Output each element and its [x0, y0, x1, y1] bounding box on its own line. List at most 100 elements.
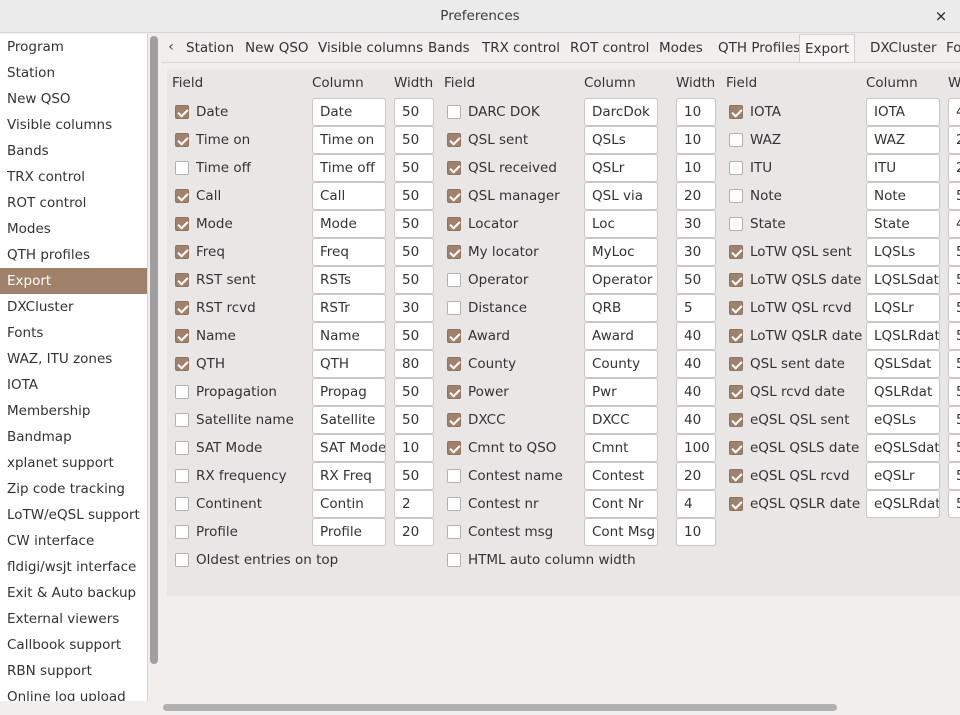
- width-input-eqsl-qslr-date[interactable]: 5: [948, 490, 960, 518]
- checkbox-contest-nr[interactable]: [447, 497, 461, 511]
- width-input-lotw-qslr-date[interactable]: 5: [948, 322, 960, 350]
- width-input-darc-dok[interactable]: 10: [676, 98, 716, 126]
- column-name-input-operator[interactable]: Operator: [584, 266, 658, 294]
- column-name-input-sat-mode[interactable]: SAT Mode: [312, 434, 386, 462]
- column-name-input-dxcc[interactable]: DXCC: [584, 406, 658, 434]
- horizontal-scrollbar-thumb[interactable]: [163, 704, 837, 711]
- column-name-input-distance[interactable]: QRB: [584, 294, 658, 322]
- column-name-input-rst-rcvd[interactable]: RSTr: [312, 294, 386, 322]
- column-name-input-itu[interactable]: ITU: [866, 154, 940, 182]
- sidebar-item-bandmap[interactable]: Bandmap: [0, 424, 147, 450]
- sidebar-item-station[interactable]: Station: [0, 60, 147, 86]
- sidebar-item-new-qso[interactable]: New QSO: [0, 86, 147, 112]
- column-name-input-qsl-rcvd-date[interactable]: QSLRdat: [866, 378, 940, 406]
- checkbox-operator[interactable]: [447, 273, 461, 287]
- width-input-profile[interactable]: 20: [394, 518, 434, 546]
- sidebar-item-waz-itu-zones[interactable]: WAZ, ITU zones: [0, 346, 147, 372]
- checkbox-qsl-sent-date[interactable]: [729, 357, 743, 371]
- width-input-dxcc[interactable]: 40: [676, 406, 716, 434]
- width-input-contest-name[interactable]: 20: [676, 462, 716, 490]
- checkbox-satellite-name[interactable]: [175, 413, 189, 427]
- sidebar-item-callbook-support[interactable]: Callbook support: [0, 632, 147, 658]
- width-input-county[interactable]: 40: [676, 350, 716, 378]
- column-name-input-qsl-sent-date[interactable]: QSLSdat: [866, 350, 940, 378]
- column-name-input-qsl-received[interactable]: QSLr: [584, 154, 658, 182]
- checkbox-freq[interactable]: [175, 245, 189, 259]
- sidebar-item-bands[interactable]: Bands: [0, 138, 147, 164]
- tab-fo[interactable]: Fo: [946, 34, 960, 62]
- width-input-state[interactable]: 4: [948, 210, 960, 238]
- column-name-input-darc-dok[interactable]: DarcDok: [584, 98, 658, 126]
- column-name-input-award[interactable]: Award: [584, 322, 658, 350]
- checkbox-contest-name[interactable]: [447, 469, 461, 483]
- column-name-input-contest-msg[interactable]: Cont Msg: [584, 518, 658, 546]
- sidebar-scrollbar[interactable]: [150, 36, 158, 700]
- checkbox-date[interactable]: [175, 105, 189, 119]
- checkbox-mode[interactable]: [175, 217, 189, 231]
- width-input-eqsl-qsls-date[interactable]: 5: [948, 434, 960, 462]
- width-input-qsl-sent[interactable]: 10: [676, 126, 716, 154]
- tab-dxcluster[interactable]: DXCluster: [870, 34, 937, 62]
- sidebar-item-trx-control[interactable]: TRX control: [0, 164, 147, 190]
- column-name-input-my-locator[interactable]: MyLoc: [584, 238, 658, 266]
- checkbox-dxcc[interactable]: [447, 413, 461, 427]
- tab-visible-columns[interactable]: Visible columns: [318, 34, 423, 62]
- sidebar-item-modes[interactable]: Modes: [0, 216, 147, 242]
- checkbox-qth[interactable]: [175, 357, 189, 371]
- column-name-input-lotw-qsl-sent[interactable]: LQSLs: [866, 238, 940, 266]
- column-name-input-eqsl-qsls-date[interactable]: eQSLSdat: [866, 434, 940, 462]
- checkbox-lotw-qsl-rcvd[interactable]: [729, 301, 743, 315]
- width-input-eqsl-qsl-sent[interactable]: 5: [948, 406, 960, 434]
- checkbox-cmnt-to-qso[interactable]: [447, 441, 461, 455]
- width-input-lotw-qsl-sent[interactable]: 5: [948, 238, 960, 266]
- checkbox-my-locator[interactable]: [447, 245, 461, 259]
- width-input-continent[interactable]: 2: [394, 490, 434, 518]
- width-input-sat-mode[interactable]: 10: [394, 434, 434, 462]
- width-input-iota[interactable]: 4: [948, 98, 960, 126]
- checkbox-qsl-manager[interactable]: [447, 189, 461, 203]
- checkbox-state[interactable]: [729, 217, 743, 231]
- column-name-input-call[interactable]: Call: [312, 182, 386, 210]
- checkbox-call[interactable]: [175, 189, 189, 203]
- checkbox-eqsl-qsl-sent[interactable]: [729, 413, 743, 427]
- column-name-input-eqsl-qsl-rcvd[interactable]: eQSLr: [866, 462, 940, 490]
- checkbox-rst-sent[interactable]: [175, 273, 189, 287]
- sidebar-item-exit-auto-backup[interactable]: Exit & Auto backup: [0, 580, 147, 606]
- column-name-input-time-on[interactable]: Time on: [312, 126, 386, 154]
- checkbox-time-on[interactable]: [175, 133, 189, 147]
- width-input-qsl-received[interactable]: 10: [676, 154, 716, 182]
- sidebar-item-qth-profiles[interactable]: QTH profiles: [0, 242, 147, 268]
- sidebar-item-zip-code-tracking[interactable]: Zip code tracking: [0, 476, 147, 502]
- sidebar-scrollbar-thumb[interactable]: [150, 36, 158, 664]
- checkbox-power[interactable]: [447, 385, 461, 399]
- checkbox-itu[interactable]: [729, 161, 743, 175]
- column-name-input-qsl-manager[interactable]: QSL via: [584, 182, 658, 210]
- column-name-input-iota[interactable]: IOTA: [866, 98, 940, 126]
- column-name-input-eqsl-qsl-sent[interactable]: eQSLs: [866, 406, 940, 434]
- column-name-input-mode[interactable]: Mode: [312, 210, 386, 238]
- width-input-name[interactable]: 50: [394, 322, 434, 350]
- column-name-input-qsl-sent[interactable]: QSLs: [584, 126, 658, 154]
- column-name-input-time-off[interactable]: Time off: [312, 154, 386, 182]
- sidebar-item-lotw-eqsl-support[interactable]: LoTW/eQSL support: [0, 502, 147, 528]
- checkbox-eqsl-qslr-date[interactable]: [729, 497, 743, 511]
- width-input-qth[interactable]: 80: [394, 350, 434, 378]
- checkbox-rst-rcvd[interactable]: [175, 301, 189, 315]
- tab-new-qso[interactable]: New QSO: [245, 34, 309, 62]
- sidebar-item-rot-control[interactable]: ROT control: [0, 190, 147, 216]
- width-input-satellite-name[interactable]: 50: [394, 406, 434, 434]
- checkbox-profile[interactable]: [175, 525, 189, 539]
- column-name-input-contest-nr[interactable]: Cont Nr: [584, 490, 658, 518]
- checkbox-qsl-sent[interactable]: [447, 133, 461, 147]
- column-name-input-lotw-qsls-date[interactable]: LQSLSdat: [866, 266, 940, 294]
- width-input-cmnt-to-qso[interactable]: 100: [676, 434, 716, 462]
- checkbox-iota[interactable]: [729, 105, 743, 119]
- checkbox-county[interactable]: [447, 357, 461, 371]
- width-input-mode[interactable]: 50: [394, 210, 434, 238]
- checkbox-qsl-rcvd-date[interactable]: [729, 385, 743, 399]
- column-name-input-lotw-qslr-date[interactable]: LQSLRdat: [866, 322, 940, 350]
- tab-trx-control[interactable]: TRX control: [482, 34, 560, 62]
- column-name-input-qth[interactable]: QTH: [312, 350, 386, 378]
- checkbox-lotw-qslr-date[interactable]: [729, 329, 743, 343]
- column-name-input-propagation[interactable]: Propag: [312, 378, 386, 406]
